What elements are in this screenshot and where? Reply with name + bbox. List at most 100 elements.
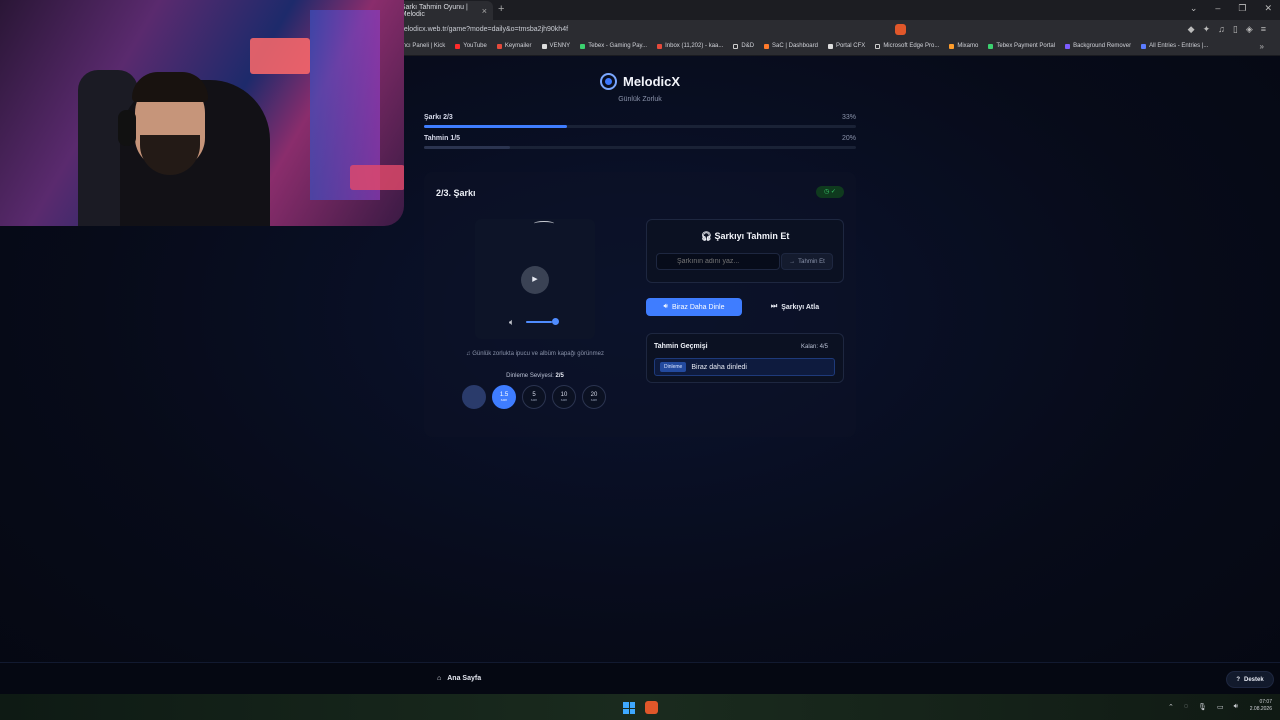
close-window-icon[interactable]: ✕ xyxy=(1264,3,1272,14)
volume-fill xyxy=(526,321,552,323)
taskbar-clock[interactable]: 07:07 2.08.2026 xyxy=(1240,699,1272,712)
bookmark-item[interactable]: Keymailer xyxy=(496,43,532,49)
microphone-icon[interactable]: 🎙︎ xyxy=(1198,703,1207,711)
guess-progress-percent: 20% xyxy=(841,135,856,142)
listen-level-label: Dinleme Seviyesi: xyxy=(506,373,554,379)
guesses-remaining: Kalan: 4/5 xyxy=(801,344,829,350)
youtube-icon xyxy=(455,43,461,49)
level-step-2: 1.5 san xyxy=(492,385,516,409)
gmail-icon xyxy=(657,43,663,49)
bookmark-item[interactable]: SaC | Dashboard xyxy=(764,43,818,49)
tray-chevron-icon[interactable]: ⌃ xyxy=(1168,703,1174,711)
guess-progress-track xyxy=(424,146,856,149)
bookmark-item[interactable]: Mixamo xyxy=(949,43,978,49)
network-icon[interactable]: ▭ xyxy=(1217,703,1224,711)
maximize-icon[interactable]: ❐ xyxy=(1238,3,1246,14)
bookmark-item[interactable]: D&D xyxy=(733,43,754,49)
level-step-4: 10 san xyxy=(552,385,576,409)
history-entry: Dinleme Biraz daha dinledi xyxy=(654,358,835,376)
windows-start-icon[interactable] xyxy=(623,702,635,714)
volume-handle[interactable] xyxy=(552,318,559,325)
bookmark-item[interactable]: Microsoft Edge Pro... xyxy=(875,43,939,49)
volume-icon[interactable]: 🔈︎ xyxy=(509,317,514,328)
bookmark-item[interactable]: Tebex Payment Portal xyxy=(988,43,1055,49)
bookmark-item[interactable]: YouTube xyxy=(455,43,487,49)
song-guess-input[interactable] xyxy=(656,253,780,270)
listen-more-button[interactable]: 🔊︎ Biraz Daha Dinle xyxy=(646,298,742,316)
guess-panel xyxy=(646,219,844,283)
bookmark-item[interactable]: Background Remover xyxy=(1065,43,1131,49)
logo[interactable]: MelodicX xyxy=(600,73,680,90)
level-step-1 xyxy=(462,385,486,409)
guess-progress-label: Tahmin 1/5 xyxy=(424,135,461,142)
tab-close-icon[interactable]: × xyxy=(482,6,487,16)
sidebar-icon[interactable]: ▯ xyxy=(1233,24,1238,35)
play-button[interactable]: ▶ xyxy=(521,266,549,294)
skip-song-button[interactable]: ⏭︎ Şarkıyı Atla xyxy=(746,298,844,316)
tab-list-icon[interactable]: ⌄ xyxy=(1190,3,1198,14)
bookmark-item[interactable]: Portal CFX xyxy=(827,43,865,49)
listen-level-steps: 1.5 san 5 san 10 san 20 san xyxy=(462,385,606,409)
bookmark-item[interactable]: Inbox (11,202) - kaa... xyxy=(657,43,723,49)
minimize-icon[interactable]: – xyxy=(1215,3,1220,14)
tab-title: Şarkı Tahmin Oyunu | Melodic xyxy=(400,3,468,18)
url-field[interactable]: melodicx.web.tr/game?mode=daily&o=tmsba2… xyxy=(398,26,568,33)
mixamo-icon xyxy=(949,43,955,49)
window-controls: ⌄ – ❐ ✕ xyxy=(1190,3,1272,14)
song-title: 2/3. Şarkı xyxy=(436,188,476,198)
listen-level-value: 2/5 xyxy=(555,373,564,379)
hint-text: ♫ Günlük zorlukta ipucu ve albüm kapağı … xyxy=(466,351,604,357)
listen-level: Dinleme Seviyesi: 2/5 xyxy=(424,373,646,379)
tebex-icon xyxy=(580,43,586,49)
volume-icon: 🔊︎ xyxy=(663,303,668,310)
brave-taskbar-icon[interactable] xyxy=(645,701,658,714)
page-footer xyxy=(0,662,1280,694)
webcam-overlay xyxy=(0,0,404,226)
level-step-5: 20 san xyxy=(582,385,606,409)
tray-app-icon[interactable]: ◌ xyxy=(1184,703,1188,711)
os-taskbar xyxy=(0,694,1280,720)
bookmark-item[interactable]: Tebex - Gaming Pay... xyxy=(580,43,647,49)
speaker-icon[interactable]: 🔊︎ xyxy=(1234,703,1238,711)
song-progress-fill xyxy=(424,125,567,128)
guess-panel-title: 🎧︎ Şarkıyı Tahmin Et xyxy=(700,231,790,241)
clock-date: 2.08.2026 xyxy=(1249,705,1272,712)
entries-icon xyxy=(1141,43,1147,49)
extension-icon[interactable]: ◆ xyxy=(1188,24,1195,35)
music-icon[interactable]: ♫ xyxy=(1218,24,1225,35)
support-button[interactable]: ? Destek xyxy=(1226,671,1274,688)
skip-icon: ⏭︎ xyxy=(770,303,778,310)
arrow-right-icon: → xyxy=(789,258,796,265)
venny-icon xyxy=(541,43,547,49)
remover-icon xyxy=(1065,43,1071,49)
song-progress-percent: 33% xyxy=(841,114,856,121)
wallet-icon[interactable]: ◈ xyxy=(1246,24,1253,35)
headphones-logo-icon xyxy=(600,73,617,90)
history-entry-tag: Dinleme xyxy=(660,362,687,372)
history-entry-text: Biraz daha dinledi xyxy=(691,363,747,371)
tebex-icon xyxy=(988,43,994,49)
page-subtitle: Günlük Zorluk xyxy=(618,96,662,103)
loading-spinner xyxy=(534,221,554,226)
toolbar-icons: ◆ ✦ ♫ ▯ ◈ ≡ xyxy=(1188,24,1266,35)
brave-shield-icon[interactable] xyxy=(895,24,906,35)
submit-guess-button[interactable]: → Tahmin Et xyxy=(781,253,833,270)
bookmarks-list: yıncı Paneli | Kick YouTube Keymailer VE… xyxy=(398,43,1208,49)
menu-icon[interactable]: ≡ xyxy=(1261,24,1266,35)
bookmark-item[interactable]: All Entries - Entries |... xyxy=(1141,43,1208,49)
home-icon: ⌂ xyxy=(437,675,442,682)
puzzle-icon[interactable]: ✦ xyxy=(1203,24,1211,35)
level-step-3: 5 san xyxy=(522,385,546,409)
cfx-icon xyxy=(827,43,833,49)
folder-icon xyxy=(875,43,881,49)
status-badge: ◷ ✓ xyxy=(816,186,844,198)
bookmark-item[interactable]: yıncı Paneli | Kick xyxy=(398,43,445,49)
home-link[interactable]: ⌂ Ana Sayfa xyxy=(437,675,481,682)
song-progress-label: Şarkı 2/3 xyxy=(424,114,453,121)
guess-progress-fill xyxy=(424,146,511,149)
bookmark-item[interactable]: VENNY xyxy=(541,43,570,49)
headphones-icon: 🎧︎ xyxy=(700,231,713,241)
bookmarks-overflow-icon[interactable]: » xyxy=(1260,42,1264,51)
new-tab-icon[interactable]: + xyxy=(498,3,504,15)
sac-icon xyxy=(764,43,770,49)
